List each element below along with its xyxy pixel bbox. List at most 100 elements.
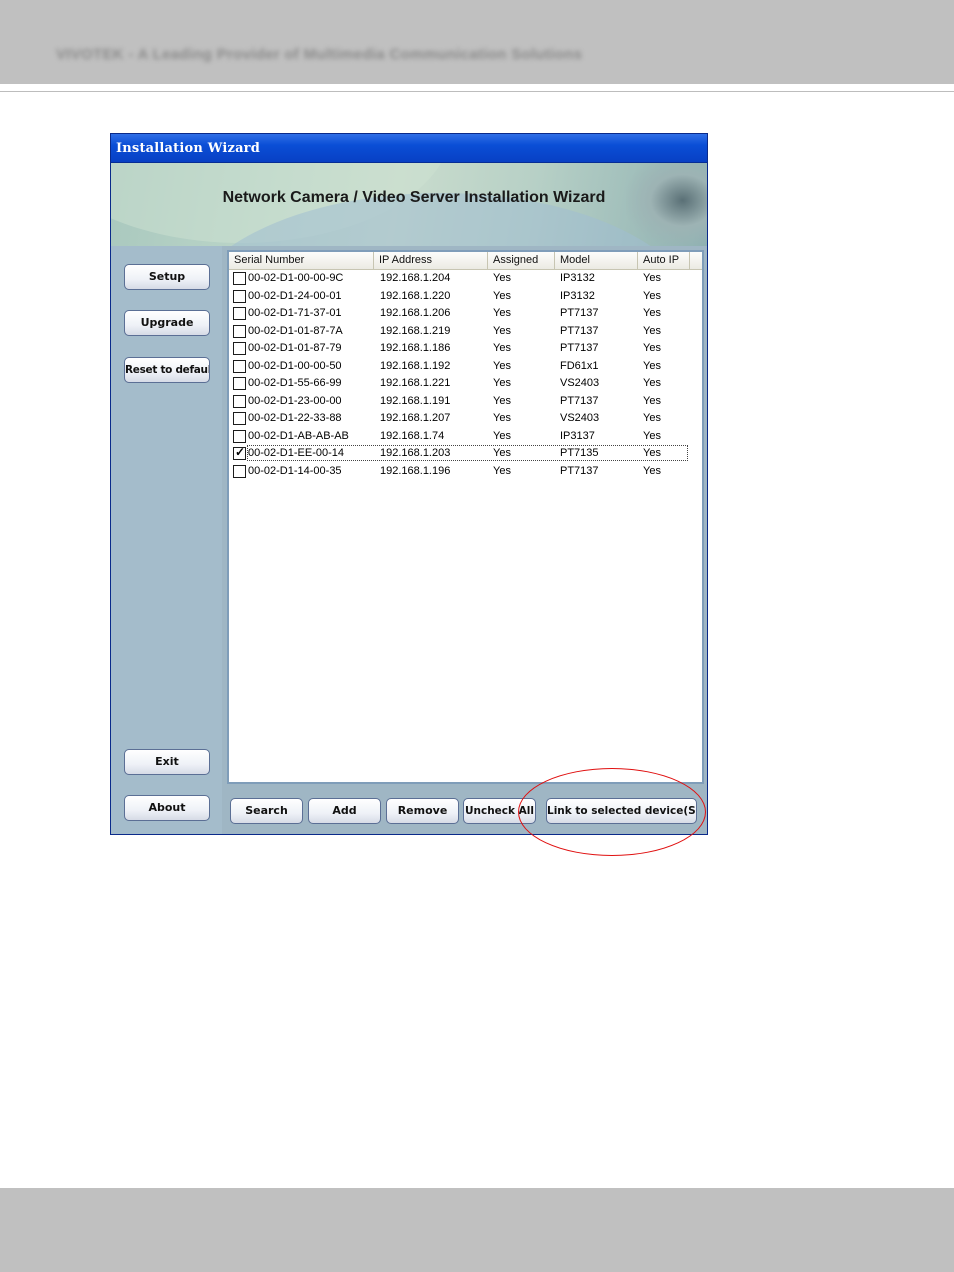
assigned-cell: Yes xyxy=(493,377,511,389)
ip-address-cell: 192.168.1.191 xyxy=(380,394,451,407)
ip-address-cell: 192.168.1.219 xyxy=(380,324,451,337)
model-cell: PT7137 xyxy=(560,324,599,337)
link-to-selected-device-button[interactable]: Link to selected device(S) xyxy=(546,798,697,824)
model-cell: PT7137 xyxy=(560,307,599,319)
serial-number-cell: 00-02-D1-23-00-00 xyxy=(248,394,342,407)
model-cell: VS2403 xyxy=(560,377,600,389)
auto-ip-cell: Yes xyxy=(643,394,661,407)
banner-title: Network Camera / Video Server Installati… xyxy=(222,189,606,206)
exit-button[interactable]: Exit xyxy=(124,749,210,775)
column-header-auto-ip[interactable]: Auto IP xyxy=(638,252,690,269)
row-checkbox[interactable] xyxy=(233,307,246,320)
auto-ip-cell: Yes xyxy=(643,447,661,459)
table-row[interactable]: 00-02-D1-14-00-35 192.168.1.196 Yes PT7137 Y… xyxy=(229,463,702,481)
ip-address-cell: 192.168.1.220 xyxy=(380,289,451,302)
row-checkbox[interactable] xyxy=(233,394,246,408)
auto-ip-cell: Yes xyxy=(643,377,661,389)
row-checkbox[interactable] xyxy=(233,342,246,355)
reset-to-default-button[interactable]: Reset to default xyxy=(124,357,210,383)
serial-number-cell: 00-02-D1-00-00-50 xyxy=(248,359,342,372)
assigned-cell: Yes xyxy=(493,272,511,284)
page-header: VIVOTEK - A Leading Provider of Multimed… xyxy=(0,0,954,84)
model-cell: PT7137 xyxy=(560,464,599,477)
setup-button[interactable]: Setup xyxy=(124,264,210,290)
model-cell: FD61x1 xyxy=(560,359,599,372)
auto-ip-cell: Yes xyxy=(643,412,661,424)
assigned-cell: Yes xyxy=(493,307,511,319)
ip-address-cell: 192.168.1.206 xyxy=(380,307,451,319)
serial-number-cell: 00-02-D1-71-37-01 xyxy=(248,307,342,319)
table-row[interactable]: 00-02-D1-22-33-88 192.168.1.207 Yes VS2403 Y… xyxy=(229,410,702,428)
row-checkbox[interactable] xyxy=(233,324,246,338)
serial-number-cell: 00-02-D1-00-00-9C xyxy=(248,272,344,284)
about-button[interactable]: About xyxy=(124,795,210,821)
ip-address-cell: 192.168.1.192 xyxy=(380,359,451,372)
model-cell: IP3132 xyxy=(560,289,595,302)
auto-ip-cell: Yes xyxy=(643,272,661,284)
header-divider xyxy=(0,91,954,92)
row-checkbox[interactable]: ✓ xyxy=(233,445,246,460)
table-row[interactable]: 00-02-D1-00-00-9C 192.168.1.204 Yes IP3132 Y… xyxy=(229,270,702,288)
model-cell: VS2403 xyxy=(560,412,600,424)
upgrade-button[interactable]: Upgrade xyxy=(124,310,210,336)
checkmark-icon: ✓ xyxy=(235,445,246,459)
column-header-assigned[interactable]: Assigned xyxy=(488,252,555,269)
title-bar[interactable]: Installation Wizard xyxy=(111,134,707,163)
model-cell: PT7137 xyxy=(560,342,599,354)
auto-ip-cell: Yes xyxy=(643,342,661,354)
installation-wizard-window: Installation Wizard Network Camera / Vid… xyxy=(110,133,708,835)
add-button[interactable]: Add xyxy=(308,798,381,824)
model-cell: PT7135 xyxy=(560,447,599,459)
ip-address-cell: 192.168.1.186 xyxy=(380,342,451,354)
assigned-cell: Yes xyxy=(493,359,511,372)
serial-number-cell: 00-02-D1-24-00-01 xyxy=(248,289,342,302)
auto-ip-cell: Yes xyxy=(643,307,661,319)
table-row[interactable]: 00-02-D1-AB-AB-AB 192.168.1.74 Yes IP3137 Ye… xyxy=(229,428,702,446)
search-button[interactable]: Search xyxy=(230,798,303,824)
ip-address-cell: 192.168.1.196 xyxy=(380,464,451,477)
row-checkbox[interactable] xyxy=(233,289,246,303)
ip-address-cell: 192.168.1.207 xyxy=(380,412,451,424)
column-header-model[interactable]: Model xyxy=(555,252,638,269)
table-row[interactable]: 00-02-D1-24-00-01 192.168.1.220 Yes IP3132 Y… xyxy=(229,288,702,306)
row-checkbox[interactable] xyxy=(233,464,246,478)
assigned-cell: Yes xyxy=(493,447,511,459)
ip-address-cell: 192.168.1.204 xyxy=(380,272,451,284)
row-checkbox[interactable] xyxy=(233,412,246,425)
auto-ip-cell: Yes xyxy=(643,464,661,477)
table-row[interactable]: ✓ 00-02-D1-EE-00-14 192.168.1.203 Yes PT7135… xyxy=(229,445,702,463)
table-row[interactable]: 00-02-D1-55-66-99 192.168.1.221 Yes VS2403 Y… xyxy=(229,375,702,393)
assigned-cell: Yes xyxy=(493,429,511,442)
list-header: Serial Number IP Address Assigned Model … xyxy=(229,252,702,270)
assigned-cell: Yes xyxy=(493,289,511,302)
serial-number-cell: 00-02-D1-01-87-79 xyxy=(248,342,342,354)
device-list[interactable]: Serial Number IP Address Assigned Model … xyxy=(227,250,704,784)
table-row[interactable]: 00-02-D1-71-37-01 192.168.1.206 Yes PT7137 Y… xyxy=(229,305,702,323)
row-checkbox[interactable] xyxy=(233,429,246,443)
table-row[interactable]: 00-02-D1-01-87-7A 192.168.1.219 Yes PT7137 Y… xyxy=(229,323,702,341)
uncheck-all-button[interactable]: Uncheck All xyxy=(463,798,536,824)
assigned-cell: Yes xyxy=(493,394,511,407)
row-checkbox[interactable] xyxy=(233,272,246,285)
serial-number-cell: 00-02-D1-EE-00-14 xyxy=(248,447,344,459)
table-row[interactable]: 00-02-D1-01-87-79 192.168.1.186 Yes PT7137 Y… xyxy=(229,340,702,358)
ip-address-cell: 192.168.1.74 xyxy=(380,429,445,442)
auto-ip-cell: Yes xyxy=(643,324,661,337)
page-footer xyxy=(0,1188,954,1272)
model-cell: PT7137 xyxy=(560,394,599,407)
row-checkbox[interactable] xyxy=(233,377,246,390)
row-checkbox[interactable] xyxy=(233,359,246,373)
page-header-text: VIVOTEK - A Leading Provider of Multimed… xyxy=(56,46,583,63)
model-cell: IP3137 xyxy=(560,429,595,442)
column-header-serial[interactable]: Serial Number xyxy=(229,252,374,269)
serial-number-cell: 00-02-D1-55-66-99 xyxy=(248,377,342,389)
column-header-ip[interactable]: IP Address xyxy=(374,252,488,269)
remove-button[interactable]: Remove xyxy=(386,798,459,824)
serial-number-cell: 00-02-D1-14-00-35 xyxy=(248,464,342,477)
table-row[interactable]: 00-02-D1-00-00-50 192.168.1.192 Yes FD61x1 Y… xyxy=(229,358,702,376)
auto-ip-cell: Yes xyxy=(643,359,661,372)
assigned-cell: Yes xyxy=(493,324,511,337)
serial-number-cell: 00-02-D1-01-87-7A xyxy=(248,324,343,337)
auto-ip-cell: Yes xyxy=(643,289,661,302)
table-row[interactable]: 00-02-D1-23-00-00 192.168.1.191 Yes PT7137 Y… xyxy=(229,393,702,411)
